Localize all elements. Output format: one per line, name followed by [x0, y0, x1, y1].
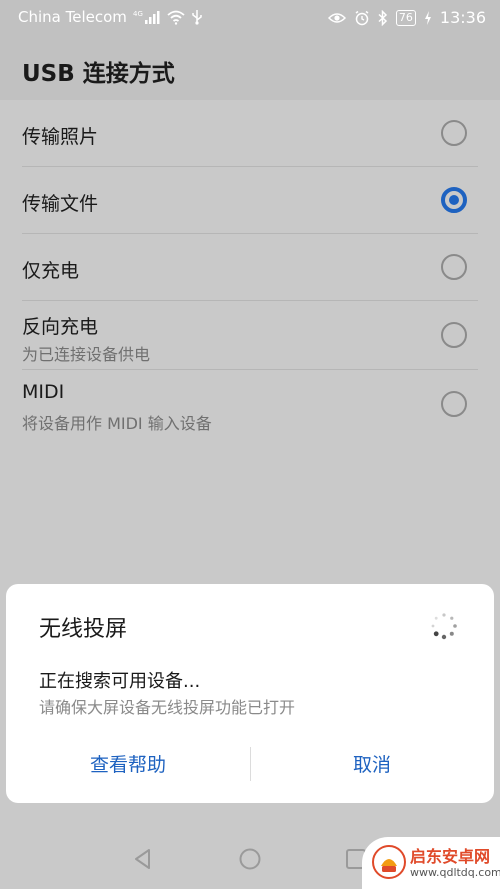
dialog-hint: 请确保大屏设备无线投屏功能已打开: [39, 698, 296, 717]
option-reverse-charge[interactable]: 反向充电 为已连接设备供电: [0, 301, 500, 369]
watermark-logo-icon: [372, 845, 406, 879]
radio-button[interactable]: [441, 120, 467, 146]
loading-spinner-icon: [431, 613, 457, 640]
eye-icon: [327, 11, 346, 25]
option-transfer-photos[interactable]: 传输照片: [0, 100, 500, 166]
app-bar: USB 连接方式: [0, 36, 500, 100]
option-label: 仅充电: [22, 260, 80, 282]
radio-button-checked[interactable]: [441, 187, 467, 213]
watermark-url: www.qdltdq.com: [410, 866, 500, 879]
wireless-projection-dialog: 无线投屏 正在搜索可用设备... 请确保大屏设备无线投屏功能已打开 查看帮助 取…: [6, 584, 494, 803]
option-subtitle: 将设备用作 MIDI 输入设备: [22, 414, 212, 433]
charging-icon: [424, 10, 432, 25]
status-left: China Telecom 4G: [18, 8, 203, 26]
option-label: 传输照片: [22, 126, 99, 148]
option-label: 反向充电: [22, 316, 99, 338]
battery-icon: 76: [395, 9, 416, 26]
back-icon[interactable]: [132, 848, 154, 870]
carrier-name: China Telecom: [18, 8, 127, 26]
option-transfer-files[interactable]: 传输文件: [0, 167, 500, 233]
network-type: 4G: [133, 10, 143, 18]
option-charge-only[interactable]: 仅充电: [0, 234, 500, 300]
wifi-icon: [167, 9, 185, 25]
option-label: MIDI: [22, 381, 65, 403]
watermark-brand: 启东安卓网: [410, 847, 491, 866]
radio-button[interactable]: [441, 322, 467, 348]
option-midi[interactable]: MIDI 将设备用作 MIDI 输入设备: [0, 370, 500, 438]
cancel-button[interactable]: 取消: [250, 738, 494, 788]
usb-icon: [191, 9, 203, 25]
status-right: 76 13:36: [327, 8, 486, 27]
option-subtitle: 为已连接设备供电: [22, 345, 151, 364]
alarm-icon: [354, 10, 370, 26]
radio-button[interactable]: [441, 391, 467, 417]
help-button[interactable]: 查看帮助: [6, 738, 250, 788]
radio-button[interactable]: [441, 254, 467, 280]
home-icon[interactable]: [239, 848, 261, 870]
option-label: 传输文件: [22, 193, 99, 215]
page-title: USB 连接方式: [22, 61, 175, 87]
signal-icon: 4G: [133, 9, 161, 25]
dialog-title: 无线投屏: [39, 617, 128, 642]
battery-level: 76: [398, 10, 413, 24]
watermark: 启东安卓网 www.qdltdq.com: [362, 837, 500, 889]
clock: 13:36: [439, 8, 486, 27]
bluetooth-icon: [378, 9, 388, 26]
dialog-message: 正在搜索可用设备...: [39, 671, 201, 692]
status-bar: China Telecom 4G 76 13:36: [0, 0, 500, 36]
